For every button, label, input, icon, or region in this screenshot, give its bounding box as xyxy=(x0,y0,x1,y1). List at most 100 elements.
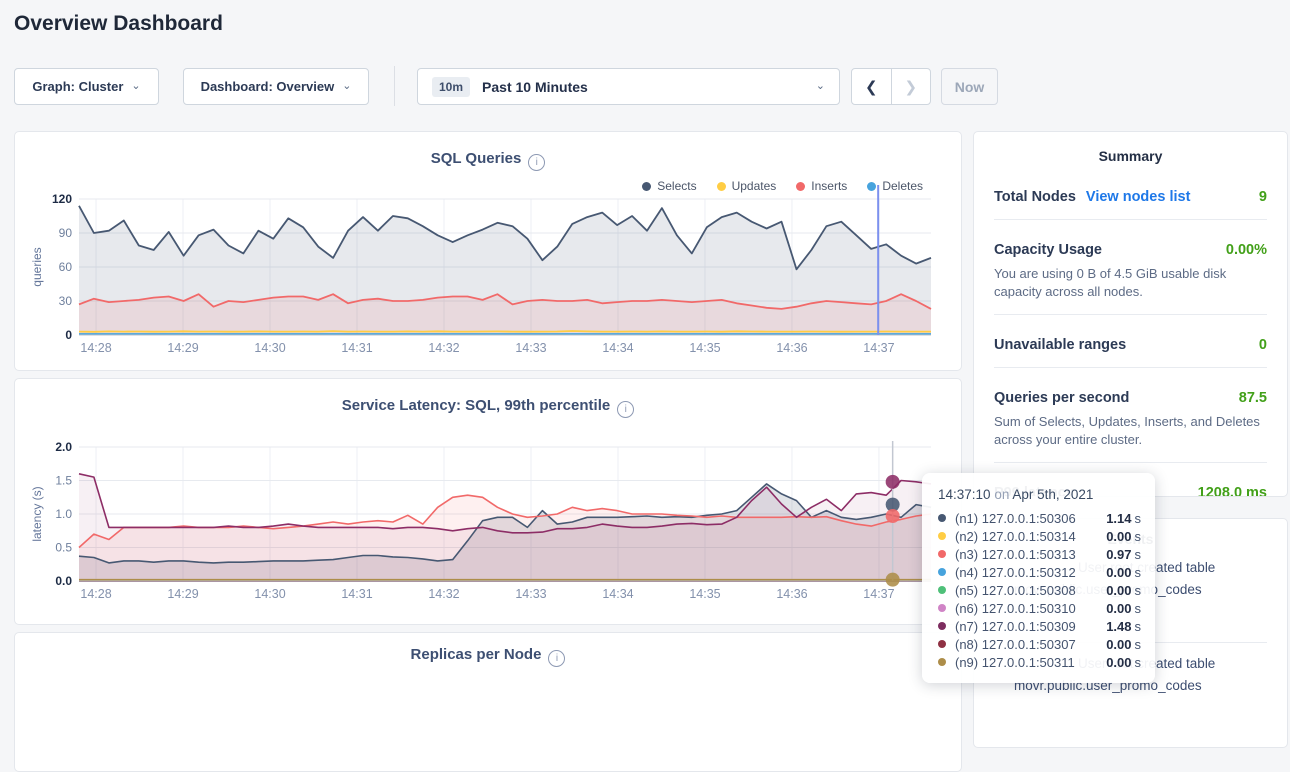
svg-text:14:36: 14:36 xyxy=(776,341,807,352)
summary-value: 87.5 xyxy=(1239,390,1267,406)
chart-title: Service Latency: SQL, 99th percentile i xyxy=(15,397,961,418)
svg-text:90: 90 xyxy=(59,226,73,240)
series-color-dot xyxy=(938,568,946,576)
svg-text:14:33: 14:33 xyxy=(515,341,546,352)
series-color-dot xyxy=(938,622,946,630)
svg-text:14:32: 14:32 xyxy=(428,587,459,601)
summary-row-unavailable-ranges: Unavailable ranges 0 xyxy=(994,337,1267,353)
graph-selector-dropdown[interactable]: Graph: Cluster ⌄ xyxy=(14,68,159,105)
svg-text:14:31: 14:31 xyxy=(341,587,372,601)
tooltip-series-row: (n9) 127.0.0.1:503110.00s xyxy=(938,653,1141,671)
chevron-down-icon: ⌄ xyxy=(342,81,351,92)
node-address: (n7) 127.0.0.1:50309 xyxy=(955,619,1106,634)
page-title: Overview Dashboard xyxy=(14,12,223,36)
svg-text:14:28: 14:28 xyxy=(80,341,111,352)
service-latency-chart[interactable]: 14:2814:2914:3014:3114:3214:3314:3414:35… xyxy=(15,430,963,606)
node-address: (n3) 127.0.0.1:50313 xyxy=(955,547,1106,562)
chevron-down-icon: ⌄ xyxy=(816,81,825,92)
latency-value: 0.00s xyxy=(1106,529,1141,544)
summary-panel: Summary Total Nodes View nodes list 9 Ca… xyxy=(973,131,1288,497)
svg-text:14:29: 14:29 xyxy=(167,587,198,601)
series-color-dot xyxy=(938,586,946,594)
series-color-dot xyxy=(938,514,946,522)
series-color-dot xyxy=(938,532,946,540)
tooltip-rows: (n1) 127.0.0.1:503061.14s(n2) 127.0.0.1:… xyxy=(938,509,1141,671)
tooltip-timestamp: 14:37:10 on Apr 5th, 2021 xyxy=(938,487,1141,502)
toolbar-divider xyxy=(394,66,395,106)
summary-value: 1208.0 ms xyxy=(1198,485,1267,497)
summary-heading: Summary xyxy=(994,148,1267,164)
dashboard-selector-label: Dashboard: Overview xyxy=(201,79,335,94)
tooltip-series-row: (n3) 127.0.0.1:503130.97s xyxy=(938,545,1141,563)
replicas-per-node-chart-panel: Replicas per Nodei xyxy=(14,632,962,772)
svg-text:0.0: 0.0 xyxy=(55,574,72,588)
svg-text:60: 60 xyxy=(59,260,73,274)
latency-value: 0.00s xyxy=(1106,583,1141,598)
sql-queries-chart-panel: SQL Queriesi SelectsUpdatesInsertsDelete… xyxy=(14,131,962,371)
info-icon[interactable]: i xyxy=(617,401,634,418)
summary-label: Queries per second xyxy=(994,390,1129,406)
node-address: (n4) 127.0.0.1:50312 xyxy=(955,565,1106,580)
latency-value: 0.00s xyxy=(1106,655,1141,670)
time-step-buttons: ❮ ❯ xyxy=(851,68,931,105)
tooltip-series-row: (n8) 127.0.0.1:503070.00s xyxy=(938,635,1141,653)
summary-value: 0 xyxy=(1259,337,1267,353)
latency-value: 0.00s xyxy=(1106,637,1141,652)
latency-value: 0.00s xyxy=(1106,601,1141,616)
summary-label: Capacity Usage xyxy=(994,242,1102,258)
latency-value: 0.97s xyxy=(1106,547,1141,562)
tooltip-date: Apr 5th, 2021 xyxy=(1012,487,1093,502)
node-address: (n5) 127.0.0.1:50308 xyxy=(955,583,1106,598)
node-address: (n8) 127.0.0.1:50307 xyxy=(955,637,1106,652)
next-time-button[interactable]: ❯ xyxy=(892,69,931,104)
summary-label: Unavailable ranges xyxy=(994,337,1126,353)
svg-text:14:35: 14:35 xyxy=(689,587,720,601)
view-nodes-list-link[interactable]: View nodes list xyxy=(1086,189,1191,205)
summary-description: Sum of Selects, Updates, Inserts, and De… xyxy=(994,413,1267,448)
svg-text:14:34: 14:34 xyxy=(602,587,633,601)
svg-text:14:37: 14:37 xyxy=(863,587,894,601)
svg-text:120: 120 xyxy=(52,192,72,206)
sql-queries-chart[interactable]: 14:2814:2914:3014:3114:3214:3314:3414:35… xyxy=(15,182,963,352)
divider xyxy=(994,219,1267,220)
svg-text:queries: queries xyxy=(30,247,44,286)
summary-row-qps: Queries per second 87.5 xyxy=(994,390,1267,406)
svg-text:30: 30 xyxy=(59,294,73,308)
time-range-label: Past 10 Minutes xyxy=(482,79,588,95)
tooltip-series-row: (n2) 127.0.0.1:503140.00s xyxy=(938,527,1141,545)
chart-title-text: Service Latency: SQL, 99th percentile xyxy=(342,397,610,414)
previous-time-button[interactable]: ❮ xyxy=(852,69,892,104)
tooltip-time: 14:37:10 xyxy=(938,487,991,502)
info-icon[interactable]: i xyxy=(548,650,565,667)
tooltip-series-row: (n5) 127.0.0.1:503080.00s xyxy=(938,581,1141,599)
series-color-dot xyxy=(938,550,946,558)
chart-title: Replicas per Nodei xyxy=(15,646,961,667)
node-address: (n2) 127.0.0.1:50314 xyxy=(955,529,1106,544)
svg-text:14:37: 14:37 xyxy=(863,341,894,352)
svg-text:2.0: 2.0 xyxy=(55,440,72,454)
svg-text:1.5: 1.5 xyxy=(55,474,72,488)
divider xyxy=(994,462,1267,463)
divider xyxy=(994,314,1267,315)
svg-text:1.0: 1.0 xyxy=(55,507,72,521)
tooltip-on: on xyxy=(994,487,1009,502)
time-range-dropdown[interactable]: 10m Past 10 Minutes ⌄ xyxy=(417,68,840,105)
svg-text:14:33: 14:33 xyxy=(515,587,546,601)
node-address: (n6) 127.0.0.1:50310 xyxy=(955,601,1106,616)
chart-title-text: SQL Queries xyxy=(431,150,522,167)
svg-text:0.5: 0.5 xyxy=(55,541,72,555)
node-address: (n1) 127.0.0.1:50306 xyxy=(955,511,1106,526)
tooltip-series-row: (n4) 127.0.0.1:503120.00s xyxy=(938,563,1141,581)
summary-value: 9 xyxy=(1259,189,1267,205)
svg-text:0: 0 xyxy=(65,328,72,342)
summary-row-total-nodes: Total Nodes View nodes list 9 xyxy=(994,189,1267,205)
svg-text:latency (s): latency (s) xyxy=(30,486,44,541)
tooltip-series-row: (n6) 127.0.0.1:503100.00s xyxy=(938,599,1141,617)
svg-text:14:35: 14:35 xyxy=(689,341,720,352)
chevron-down-icon: ⌄ xyxy=(131,81,140,92)
dashboard-selector-dropdown[interactable]: Dashboard: Overview ⌄ xyxy=(183,68,369,105)
time-range-badge: 10m xyxy=(432,77,470,97)
series-color-dot xyxy=(938,640,946,648)
now-button[interactable]: Now xyxy=(941,68,998,105)
info-icon[interactable]: i xyxy=(528,154,545,171)
